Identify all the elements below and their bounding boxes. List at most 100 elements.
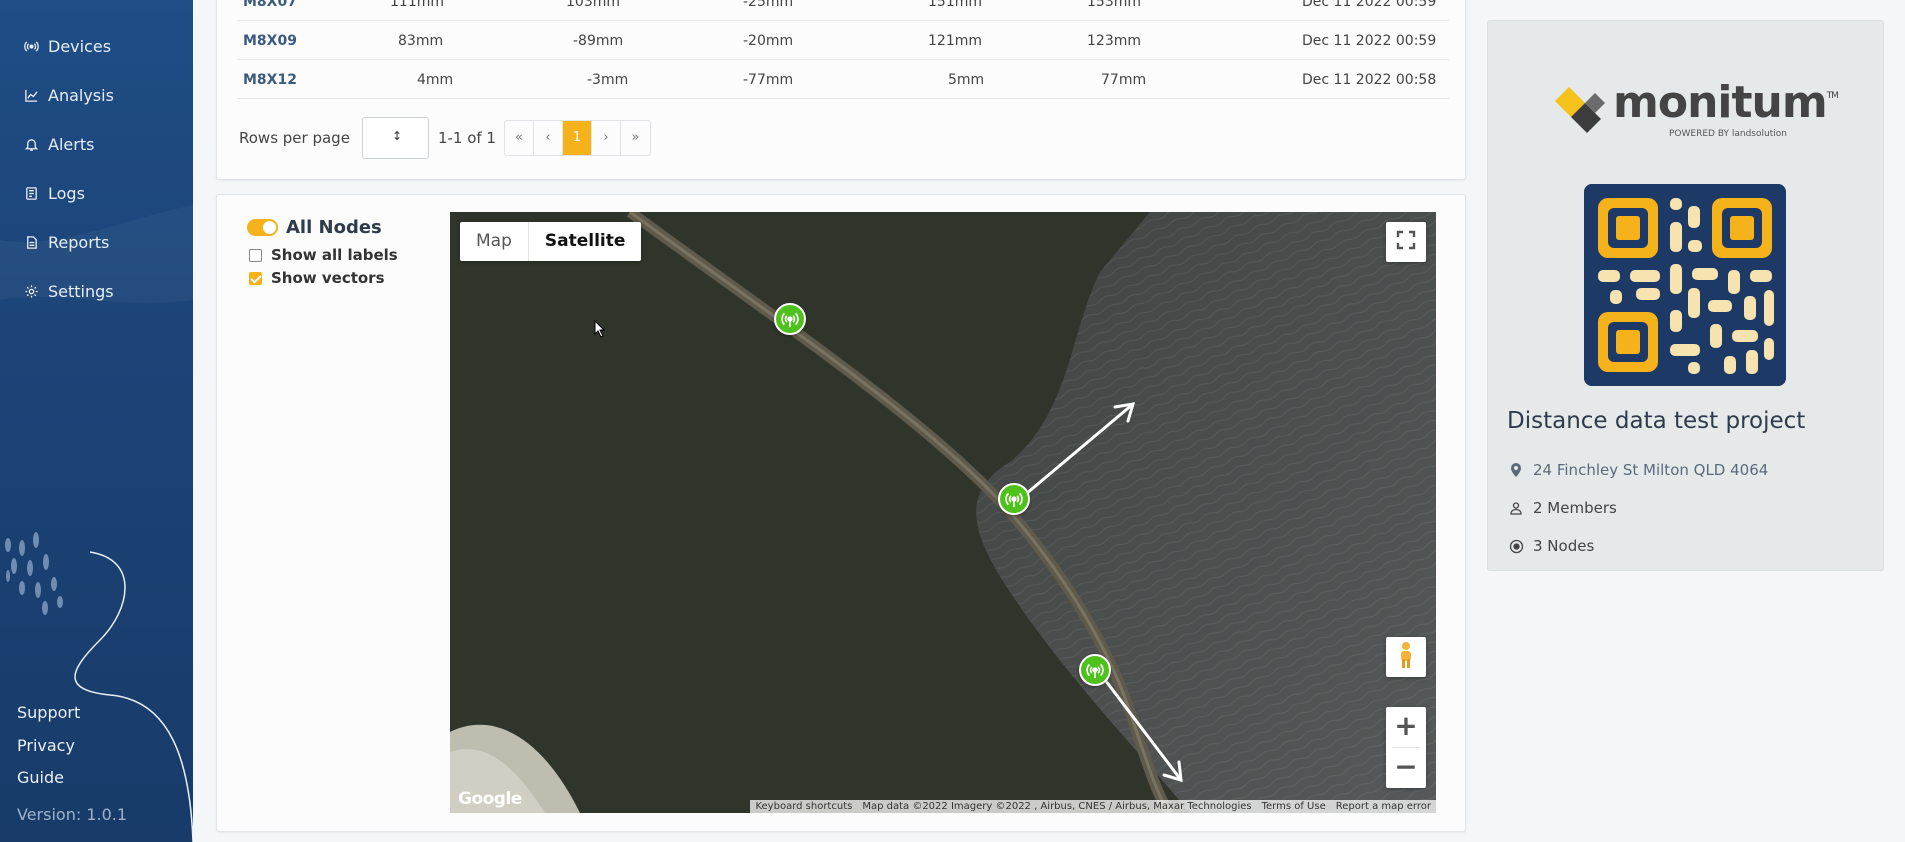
sidebar-item-analysis[interactable]: Analysis [0, 71, 193, 120]
privacy-link[interactable]: Privacy [17, 733, 80, 766]
sidebar-item-label: Analysis [48, 86, 114, 105]
table-cell: -77mm [743, 72, 794, 88]
table-row[interactable]: M8X09 83mm -89mm -20mm 121mm 123mm Dec 1… [237, 22, 1449, 60]
sidebar-item-alerts[interactable]: Alerts [0, 120, 193, 169]
sidebar: Devices Analysis Alerts Logs Reports Set… [0, 0, 193, 842]
show-vectors-row[interactable]: Show vectors [249, 269, 398, 287]
table-cell: -20mm [743, 33, 794, 49]
show-all-labels-label: Show all labels [271, 246, 398, 264]
sidebar-item-devices[interactable]: Devices [0, 22, 193, 71]
page-1-button[interactable]: 1 [562, 121, 592, 155]
chart-line-icon [22, 87, 40, 105]
zoom-out-button[interactable]: − [1386, 748, 1426, 788]
rows-per-page-label: Rows per page [239, 129, 350, 147]
show-all-labels-row[interactable]: Show all labels [249, 246, 398, 264]
map-attribution: Keyboard shortcuts Map data ©2022 Imager… [750, 800, 1436, 813]
project-qr-code[interactable] [1584, 184, 1786, 386]
map-pin-icon [1507, 461, 1525, 479]
logo-tagline: POWERED BY landsolution [1669, 129, 1787, 139]
table-cell-timestamp: Dec 11 2022 00:58 [1302, 72, 1437, 88]
all-nodes-toggle-row[interactable]: All Nodes [247, 217, 398, 238]
table-cell: 153mm [1087, 0, 1141, 10]
keyboard-shortcuts-link[interactable]: Keyboard shortcuts [750, 800, 857, 813]
last-page-button[interactable]: » [621, 121, 650, 155]
sidebar-nav: Devices Analysis Alerts Logs Reports Set… [0, 22, 193, 316]
table-cell: 77mm [1101, 72, 1147, 88]
broadcast-icon [781, 312, 799, 328]
show-vectors-checkbox[interactable] [249, 271, 262, 285]
report-icon [22, 234, 40, 252]
sidebar-item-label: Reports [48, 233, 110, 252]
terms-of-use-link[interactable]: Terms of Use [1257, 800, 1331, 813]
show-all-labels-checkbox[interactable] [249, 248, 262, 262]
pegman-icon [1397, 641, 1415, 673]
table-cell: -3mm [587, 72, 629, 88]
fullscreen-icon [1396, 230, 1416, 254]
sidebar-item-label: Logs [48, 184, 85, 203]
map-type-map-button[interactable]: Map [460, 222, 528, 261]
sidebar-item-reports[interactable]: Reports [0, 218, 193, 267]
node-marker[interactable] [774, 303, 806, 335]
show-vectors-label: Show vectors [271, 269, 385, 287]
table-cell: 121mm [928, 33, 982, 49]
project-title: Distance data test project [1507, 408, 1806, 434]
sidebar-item-label: Alerts [48, 135, 95, 154]
guide-link[interactable]: Guide [17, 765, 80, 798]
table-cell: 151mm [928, 0, 982, 10]
document-icon [22, 185, 40, 203]
pagination-buttons: « ‹ 1 › » [503, 120, 651, 156]
table-row[interactable]: M8X07 111mm 103mm -25mm 151mm 153mm Dec … [237, 0, 1449, 21]
map-options: All Nodes Show all labels Show vectors [247, 217, 398, 287]
fullscreen-button[interactable] [1386, 222, 1426, 262]
google-logo: Google [458, 789, 522, 809]
bell-icon [22, 136, 40, 154]
broadcast-icon [1005, 492, 1023, 508]
street-view-button[interactable] [1386, 637, 1426, 677]
table-cell: 103mm [566, 0, 620, 10]
table-cell: -89mm [573, 33, 624, 49]
node-id-link[interactable]: M8X07 [243, 0, 297, 10]
target-icon [1507, 537, 1525, 555]
sidebar-item-logs[interactable]: Logs [0, 169, 193, 218]
prev-page-button[interactable]: ‹ [534, 121, 563, 155]
node-data-table-card: M8X07 111mm 103mm -25mm 151mm 153mm Dec … [216, 0, 1466, 180]
node-marker[interactable] [998, 483, 1030, 515]
node-marker[interactable] [1079, 654, 1111, 686]
app-version: Version: 1.0.1 [17, 805, 128, 824]
first-page-button[interactable]: « [505, 121, 534, 155]
table-cell: 5mm [948, 72, 985, 88]
report-map-error-link[interactable]: Report a map error [1331, 800, 1436, 813]
sidebar-item-settings[interactable]: Settings [0, 267, 193, 316]
sidebar-item-label: Settings [48, 282, 114, 301]
node-id-link[interactable]: M8X12 [243, 72, 297, 88]
mouse-cursor-icon [594, 320, 606, 338]
logo-wordmark: monitum [1613, 77, 1828, 128]
sidebar-footer-links: Support Privacy Guide [17, 700, 80, 798]
rows-per-page-select[interactable] [361, 117, 429, 159]
table-cell: 111mm [390, 0, 444, 10]
project-nodes[interactable]: 3 Nodes [1507, 537, 1594, 555]
project-members[interactable]: 2 Members [1507, 499, 1617, 517]
user-icon [1507, 499, 1525, 517]
next-page-button[interactable]: › [592, 121, 621, 155]
node-id-link[interactable]: M8X09 [243, 33, 297, 49]
broadcast-icon [1086, 663, 1104, 679]
project-members-text: 2 Members [1533, 499, 1617, 517]
satellite-map[interactable]: Map Satellite + − Google Keyboard shortc… [450, 212, 1436, 813]
qr-code-image [1584, 184, 1786, 386]
map-data-credit: Map data ©2022 Imagery ©2022 , Airbus, C… [862, 801, 1252, 812]
table-cell: -25mm [743, 0, 794, 10]
monitum-logo: monitumTM POWERED BY landsolution [1551, 77, 1839, 153]
table-cell-timestamp: Dec 11 2022 00:59 [1302, 33, 1437, 49]
support-link[interactable]: Support [17, 700, 80, 733]
gear-icon [22, 283, 40, 301]
all-nodes-toggle[interactable] [247, 219, 278, 236]
table-row[interactable]: M8X12 4mm -3mm -77mm 5mm 77mm Dec 11 202… [237, 61, 1449, 99]
table-cell: 123mm [1087, 33, 1141, 49]
logo-trademark: TM [1826, 91, 1839, 101]
map-type-satellite-button[interactable]: Satellite [527, 222, 642, 261]
project-address: 24 Finchley St Milton QLD 4064 [1507, 461, 1768, 479]
zoom-controls: + − [1386, 707, 1426, 788]
zoom-in-button[interactable]: + [1386, 707, 1426, 747]
pagination-range: 1-1 of 1 [437, 129, 496, 147]
